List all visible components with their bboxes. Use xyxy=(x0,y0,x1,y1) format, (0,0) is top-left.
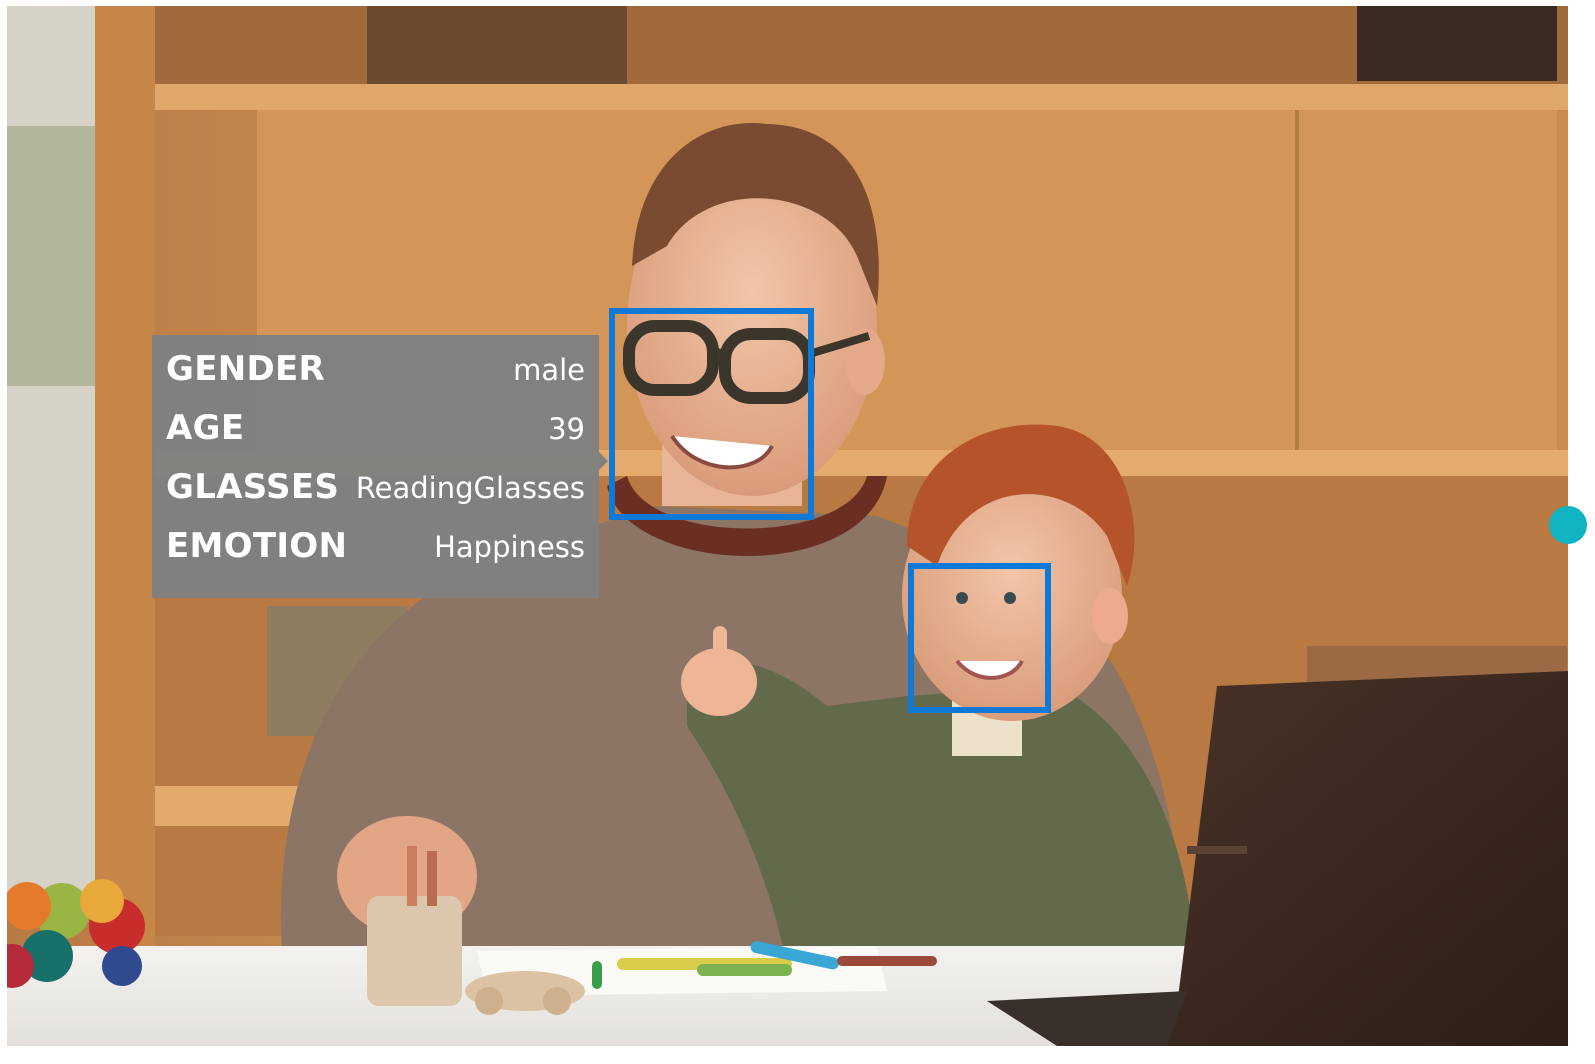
attribute-value: 39 xyxy=(548,412,585,446)
attribute-value: Happiness xyxy=(434,530,585,564)
attribute-key: GLASSES xyxy=(166,467,340,507)
attribute-value: male xyxy=(513,353,585,387)
attribute-row-gender: GENDER male xyxy=(166,349,585,408)
face-box-adult[interactable] xyxy=(609,308,814,520)
face-box-child[interactable] xyxy=(908,563,1051,713)
attribute-key: EMOTION xyxy=(166,526,348,566)
attribute-row-age: AGE 39 xyxy=(166,408,585,467)
attribute-key: GENDER xyxy=(166,349,326,389)
photo-canvas: GENDER male AGE 39 GLASSES ReadingGlasse… xyxy=(7,6,1568,1046)
attribute-value: ReadingGlasses xyxy=(355,471,585,505)
face-attributes-panel: GENDER male AGE 39 GLASSES ReadingGlasse… xyxy=(152,335,599,598)
attribute-row-glasses: GLASSES ReadingGlasses xyxy=(166,467,585,526)
attribute-row-emotion: EMOTION Happiness xyxy=(166,526,585,585)
panel-pointer-arrow xyxy=(599,452,608,470)
carousel-nav-dot[interactable] xyxy=(1549,506,1587,544)
attribute-key: AGE xyxy=(166,408,245,448)
